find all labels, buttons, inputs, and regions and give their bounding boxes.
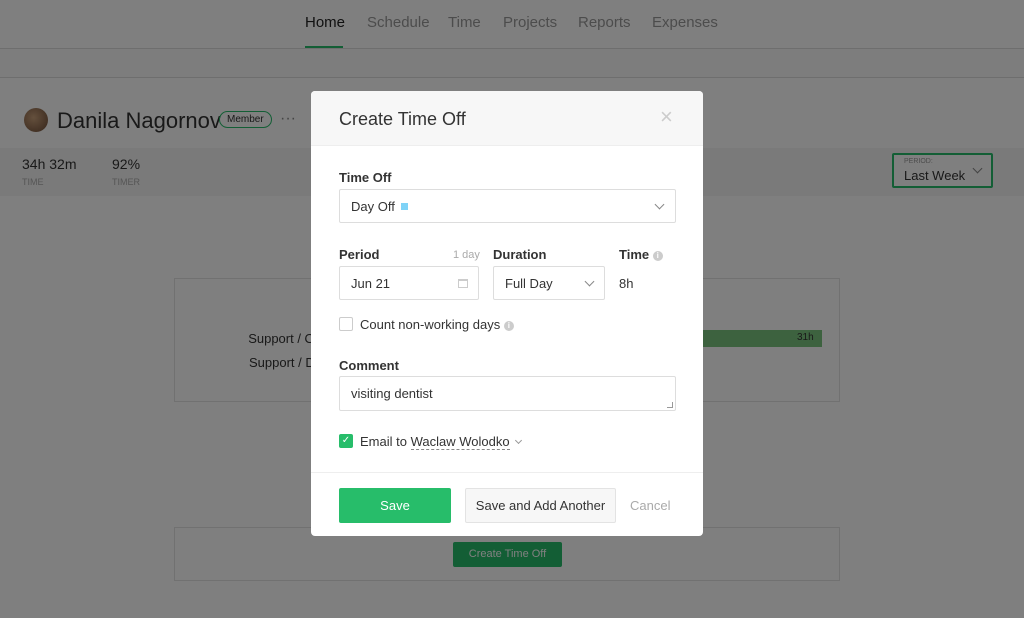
footer-divider [311, 472, 703, 473]
create-time-off-modal: Create Time Off × Time Off Day Off Perio… [311, 91, 703, 536]
time-label: Time i [619, 247, 663, 262]
color-swatch [400, 202, 408, 210]
duration-label: Duration [493, 247, 547, 262]
email-label: Email to Waclaw Wolodko [360, 434, 523, 450]
duration-select[interactable]: Full Day [493, 266, 605, 300]
period-date-input[interactable]: Jun 21 [339, 266, 479, 300]
chevron-down-icon [515, 436, 523, 445]
email-checkbox[interactable]: ✓ [339, 434, 353, 448]
period-value: Jun 21 [351, 275, 391, 291]
info-icon[interactable]: i [652, 250, 663, 261]
count-nonworking-text: Count non-working days [360, 317, 501, 332]
comment-value: visiting dentist [351, 386, 433, 401]
time-off-select[interactable]: Day Off [339, 189, 676, 223]
calendar-icon [458, 279, 468, 288]
email-to-text: Email to [360, 434, 407, 449]
time-off-label: Time Off [339, 170, 392, 185]
cancel-button[interactable]: Cancel [630, 498, 670, 513]
comment-textarea[interactable]: visiting dentist [339, 376, 676, 411]
save-button[interactable]: Save [339, 488, 451, 523]
chevron-down-icon [584, 276, 595, 287]
period-hint: 1 day [453, 249, 480, 261]
resize-handle-icon[interactable] [667, 402, 673, 408]
chevron-down-icon [654, 199, 665, 210]
close-icon[interactable]: × [660, 104, 673, 130]
time-value: 8h [619, 276, 634, 291]
count-nonworking-label: Count non-working days i [360, 317, 514, 332]
comment-label: Comment [339, 358, 399, 373]
modal-header: Create Time Off × [311, 91, 703, 146]
modal-title: Create Time Off [339, 109, 466, 129]
period-label: Period [339, 247, 380, 262]
info-icon[interactable]: i [503, 320, 514, 331]
save-and-add-another-button[interactable]: Save and Add Another [465, 488, 616, 523]
time-label-text: Time [619, 247, 650, 262]
duration-value: Full Day [505, 275, 553, 291]
count-nonworking-checkbox[interactable] [339, 317, 353, 331]
email-recipient-dropdown[interactable]: Waclaw Wolodko [410, 434, 510, 450]
time-off-value: Day Off [351, 198, 395, 214]
